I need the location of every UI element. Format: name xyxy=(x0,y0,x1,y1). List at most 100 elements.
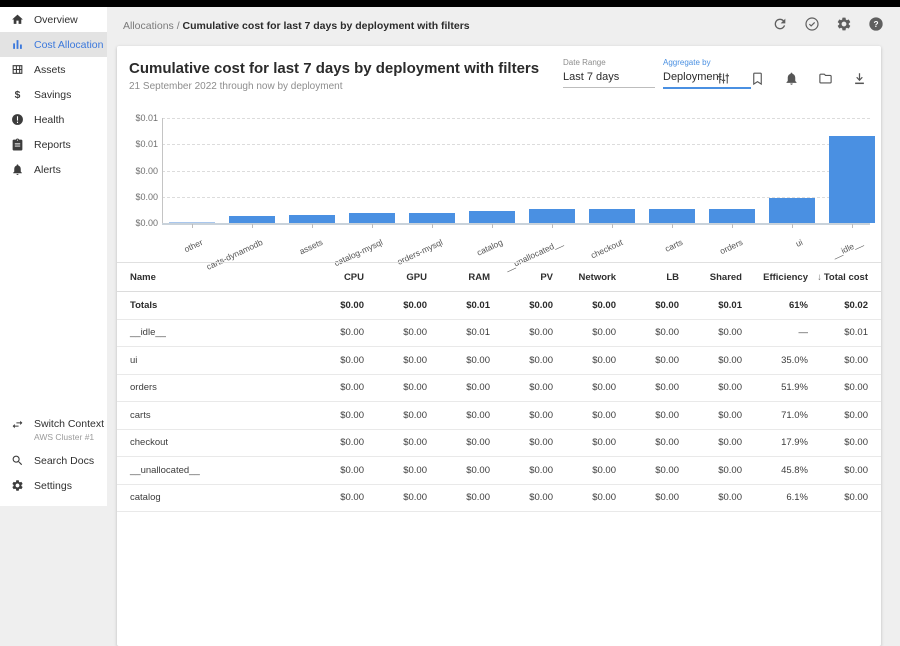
sidebar-item-alerts[interactable]: Alerts xyxy=(0,157,107,182)
bar-orders-mysql[interactable] xyxy=(409,213,455,224)
y-axis-tick-label: $0.00 xyxy=(98,166,158,176)
bar-ui[interactable] xyxy=(769,198,815,223)
breadcrumb-parent-link[interactable]: Allocations xyxy=(123,20,174,32)
cell-lb: $0.00 xyxy=(616,492,679,503)
column-header-shared[interactable]: Shared xyxy=(679,272,742,283)
column-header-efficiency[interactable]: Efficiency xyxy=(742,272,808,283)
tune-icon[interactable] xyxy=(716,71,731,86)
y-axis-tick-label: $0.00 xyxy=(98,192,158,202)
cell-lb: $0.00 xyxy=(616,382,679,393)
cell-gpu: $0.00 xyxy=(364,410,427,421)
cell-shared: $0.00 xyxy=(679,410,742,421)
table-row-__idle__[interactable]: __idle__$0.00$0.00$0.01$0.00$0.00$0.00$0… xyxy=(117,320,881,348)
top-black-strip xyxy=(0,0,900,7)
sidebar-item-assets[interactable]: Assets xyxy=(0,57,107,82)
bar-orders[interactable] xyxy=(709,209,755,223)
bar-checkout[interactable] xyxy=(589,209,635,223)
refresh-icon[interactable] xyxy=(772,16,788,32)
table-row-orders[interactable]: orders$0.00$0.00$0.00$0.00$0.00$0.00$0.0… xyxy=(117,375,881,403)
bar-__idle__[interactable] xyxy=(829,136,875,223)
gridline xyxy=(162,118,870,119)
table-row-__unallocated__[interactable]: __unallocated__$0.00$0.00$0.00$0.00$0.00… xyxy=(117,457,881,485)
table-row-checkout[interactable]: checkout$0.00$0.00$0.00$0.00$0.00$0.00$0… xyxy=(117,430,881,458)
sidebar-item-overview[interactable]: Overview xyxy=(0,7,107,32)
cell-efficiency: 51.9% xyxy=(742,382,808,393)
bar-catalog[interactable] xyxy=(469,211,515,223)
x-axis-tick xyxy=(732,224,733,228)
bookmark-icon[interactable] xyxy=(750,71,765,86)
sidebar-footer-switch-context[interactable]: Switch ContextAWS Cluster #1 xyxy=(0,414,107,448)
gridline xyxy=(162,171,870,172)
cell-efficiency: 17.9% xyxy=(742,437,808,448)
cell-lb: $0.00 xyxy=(616,437,679,448)
cell-ram: $0.00 xyxy=(427,355,490,366)
date-range-field[interactable]: Date Range Last 7 days xyxy=(563,58,655,88)
x-axis-tick xyxy=(252,224,253,228)
column-header-lb[interactable]: LB xyxy=(616,272,679,283)
cell-name: checkout xyxy=(130,437,301,448)
download-icon[interactable] xyxy=(852,71,867,86)
sidebar-item-health[interactable]: Health xyxy=(0,107,107,132)
cell-efficiency: 71.0% xyxy=(742,410,808,421)
bar-carts[interactable] xyxy=(649,209,695,223)
table-row-carts[interactable]: carts$0.00$0.00$0.00$0.00$0.00$0.00$0.00… xyxy=(117,402,881,430)
cell-cpu: $0.00 xyxy=(301,410,364,421)
sidebar-footer-settings[interactable]: Settings xyxy=(0,473,107,498)
column-header-pv[interactable]: PV xyxy=(490,272,553,283)
breadcrumb-current: Cumulative cost for last 7 days by deplo… xyxy=(183,20,470,32)
cell-name: orders xyxy=(130,382,301,393)
date-range-value[interactable]: Last 7 days xyxy=(563,71,655,88)
sidebar-item-reports[interactable]: Reports xyxy=(0,132,107,157)
table-row-totals[interactable]: Totals$0.00$0.00$0.01$0.00$0.00$0.00$0.0… xyxy=(117,292,881,320)
help-icon[interactable]: ? xyxy=(868,16,884,32)
cell-total-cost: $0.00 xyxy=(808,465,868,476)
cell-total-cost: $0.00 xyxy=(808,437,868,448)
cell-cpu: $0.00 xyxy=(301,355,364,366)
x-axis-tick xyxy=(312,224,313,228)
aggregate-by-label: Aggregate by xyxy=(663,58,751,67)
cell-pv: $0.00 xyxy=(490,465,553,476)
cell-efficiency: 61% xyxy=(742,300,808,311)
gridline xyxy=(162,197,870,198)
bar-__unallocated__[interactable] xyxy=(529,209,575,223)
cell-network: $0.00 xyxy=(553,300,616,311)
x-axis-tick xyxy=(552,224,553,228)
check-circle-icon[interactable] xyxy=(804,16,820,32)
column-header-total-cost[interactable]: ↓Total cost xyxy=(808,272,868,283)
x-axis-tick xyxy=(852,224,853,228)
sidebar-item-label: Health xyxy=(34,114,64,126)
bell-icon[interactable] xyxy=(784,71,799,86)
gear-icon xyxy=(11,479,24,492)
sidebar-item-savings[interactable]: $Savings xyxy=(0,82,107,107)
bar-chart-icon xyxy=(11,38,24,51)
cell-name: ui xyxy=(130,355,301,366)
sidebar-item-label: Assets xyxy=(34,64,66,76)
sidebar-item-cost-allocation[interactable]: Cost Allocation xyxy=(0,32,107,57)
x-axis-tick xyxy=(612,224,613,228)
sidebar-footer-search-docs[interactable]: Search Docs xyxy=(0,448,107,473)
cell-cpu: $0.00 xyxy=(301,300,364,311)
sidebar-item-label: Reports xyxy=(34,139,71,151)
column-header-name[interactable]: Name xyxy=(130,272,301,283)
sidebar-item-label: Overview xyxy=(34,14,78,26)
column-header-ram[interactable]: RAM xyxy=(427,272,490,283)
bar-catalog-mysql[interactable] xyxy=(349,213,395,224)
allocation-table: NameCPUGPURAMPVNetworkLBSharedEfficiency… xyxy=(117,262,881,512)
main-area: Allocations / Cumulative cost for last 7… xyxy=(107,7,900,506)
column-header-network[interactable]: Network xyxy=(553,272,616,283)
x-axis-tick xyxy=(792,224,793,228)
cell-name: carts xyxy=(130,410,301,421)
folder-icon[interactable] xyxy=(818,71,833,86)
bar-other[interactable] xyxy=(169,222,215,224)
table-header-row: NameCPUGPURAMPVNetworkLBSharedEfficiency… xyxy=(117,262,881,292)
bar-assets[interactable] xyxy=(289,215,335,223)
bar-carts-dynamodb[interactable] xyxy=(229,216,275,223)
table-row-ui[interactable]: ui$0.00$0.00$0.00$0.00$0.00$0.00$0.0035.… xyxy=(117,347,881,375)
column-header-cpu[interactable]: CPU xyxy=(301,272,364,283)
settings-gear-icon[interactable] xyxy=(836,16,852,32)
cell-total-cost: $0.00 xyxy=(808,492,868,503)
cell-shared: $0.00 xyxy=(679,327,742,338)
column-header-gpu[interactable]: GPU xyxy=(364,272,427,283)
table-row-catalog[interactable]: catalog$0.00$0.00$0.00$0.00$0.00$0.00$0.… xyxy=(117,485,881,513)
cell-pv: $0.00 xyxy=(490,437,553,448)
